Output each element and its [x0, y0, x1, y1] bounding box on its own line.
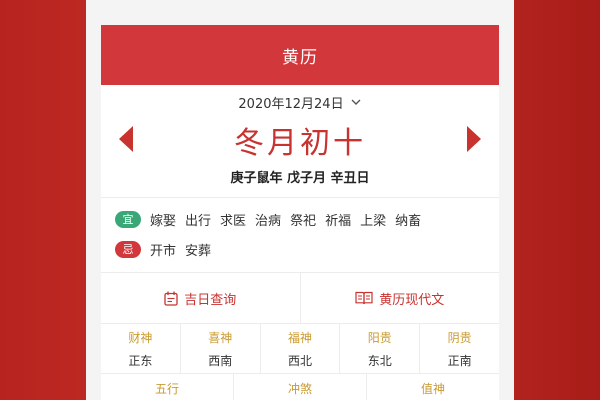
modern-text-label: 黄历现代文	[379, 292, 445, 308]
page-header: 黄历	[101, 25, 499, 85]
god-name: 财神	[128, 330, 153, 345]
god-name: 阴贵	[447, 330, 472, 345]
calendar-icon	[164, 291, 178, 306]
attribute-label: 冲煞	[287, 382, 312, 396]
attribute-cell: 值神	[366, 374, 499, 400]
almanac-card: 黄历 2020年12月24日 冬月初十 庚子鼠年 戊子月 辛丑日 宜 嫁娶 出行…	[101, 25, 499, 400]
modern-text-button[interactable]: 黄历现代文	[299, 273, 500, 323]
god-cell: 财神 正东	[101, 324, 180, 373]
god-cell: 阳贵 东北	[339, 324, 419, 373]
attribute-cell: 冲煞	[233, 374, 366, 400]
god-cell: 阴贵 正南	[419, 324, 499, 373]
ji-item: 开市	[150, 243, 177, 259]
god-direction: 西南	[208, 353, 233, 368]
date-selector[interactable]: 2020年12月24日	[101, 85, 499, 119]
god-cell: 福神 西北	[259, 324, 340, 373]
chevron-down-icon	[351, 99, 361, 105]
yi-ji-section: 宜 嫁娶 出行 求医 治病 祭祀 祈福 上梁 纳畜 忌 开市 安葬	[101, 198, 499, 264]
next-day-icon[interactable]	[463, 123, 485, 155]
lucky-day-button[interactable]: 吉日查询	[101, 273, 300, 323]
previous-day-icon[interactable]	[115, 123, 137, 155]
yi-item: 出行	[185, 213, 212, 229]
gods-direction-row: 财神 正东 喜神 西南 福神 西北 阳贵 东北 阴贵 正南	[101, 324, 499, 374]
god-name: 阳贵	[367, 330, 392, 345]
yi-item: 求医	[220, 213, 247, 229]
date-label: 2020年12月24日	[238, 96, 344, 112]
page-title: 黄历	[282, 47, 318, 68]
yi-item: 治病	[255, 213, 282, 229]
god-name: 福神	[287, 330, 312, 345]
attribute-label: 值神	[420, 382, 445, 396]
yi-item: 祈福	[325, 213, 352, 229]
god-cell: 喜神 西南	[179, 324, 260, 373]
ji-item: 安葬	[185, 243, 212, 259]
god-direction: 东北	[367, 353, 392, 368]
attribute-row: 五行 冲煞 值神	[101, 374, 499, 400]
ji-row: 忌 开市 安葬	[115, 234, 499, 264]
lucky-day-label: 吉日查询	[184, 292, 237, 308]
attribute-label: 五行	[154, 382, 179, 396]
lunar-date: 冬月初十	[234, 126, 366, 161]
attribute-cell: 五行	[101, 374, 233, 400]
god-direction: 正南	[447, 353, 472, 368]
god-direction: 正东	[128, 353, 153, 368]
yi-item: 祭祀	[290, 213, 317, 229]
yi-item: 嫁娶	[150, 213, 177, 229]
book-icon	[355, 291, 373, 305]
yi-item: 上梁	[360, 213, 387, 229]
lunar-date-row: 冬月初十	[101, 119, 499, 161]
god-direction: 西北	[287, 353, 312, 368]
action-row: 吉日查询 黄历现代文	[101, 272, 499, 324]
god-name: 喜神	[208, 330, 233, 345]
yi-row: 宜 嫁娶 出行 求医 治病 祭祀 祈福 上梁 纳畜	[115, 204, 499, 234]
yi-item: 纳畜	[395, 213, 422, 229]
yi-badge: 宜	[115, 210, 141, 228]
ganzhi-text: 庚子鼠年 戊子月 辛丑日	[230, 170, 370, 186]
ji-badge: 忌	[115, 240, 141, 258]
